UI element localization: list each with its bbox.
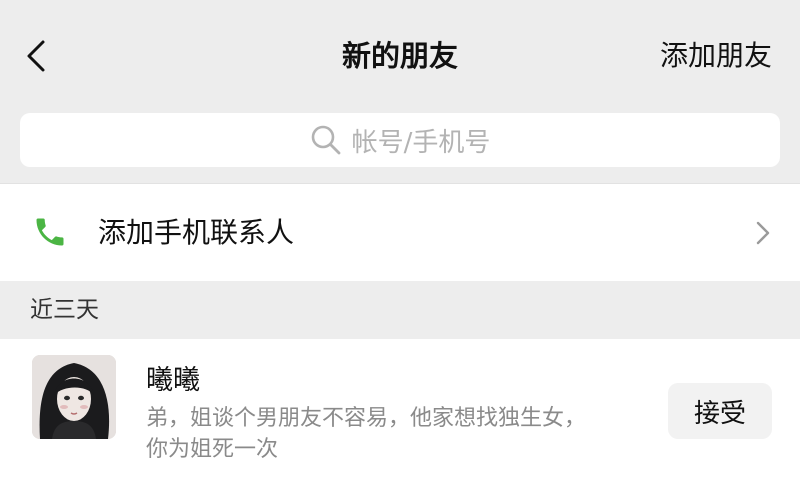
add-friend-button[interactable]: 添加朋友 [660, 36, 772, 76]
friend-request-row[interactable]: 曦曦 弟，姐谈个男朋友不容易，他家想找独生女， 你为姐死一次 接受 [0, 339, 800, 484]
accept-button[interactable]: 接受 [668, 383, 772, 439]
search-bar[interactable]: 帐号/手机号 [20, 113, 780, 167]
nav-bar: 新的朋友 添加朋友 [0, 0, 800, 112]
request-message-line: 你为姐死一次 [146, 437, 279, 462]
add-phone-contact-label: 添加手机联系人 [98, 216, 295, 249]
request-name: 曦曦 [146, 365, 200, 396]
section-title: 近三天 [30, 297, 99, 323]
avatar[interactable] [32, 355, 116, 439]
phone-icon [36, 218, 64, 246]
search-icon [311, 125, 341, 155]
avatar-image [32, 355, 116, 439]
search-placeholder: 帐号/手机号 [351, 127, 491, 158]
chevron-right-icon [756, 221, 770, 245]
request-message: 弟，姐谈个男朋友不容易，他家想找独生女， 你为姐死一次 [146, 403, 626, 465]
request-message-line: 弟，姐谈个男朋友不容易，他家想找独生女， [146, 406, 587, 431]
add-phone-contact-row[interactable]: 添加手机联系人 [0, 183, 800, 281]
section-header: 近三天 [0, 281, 800, 339]
